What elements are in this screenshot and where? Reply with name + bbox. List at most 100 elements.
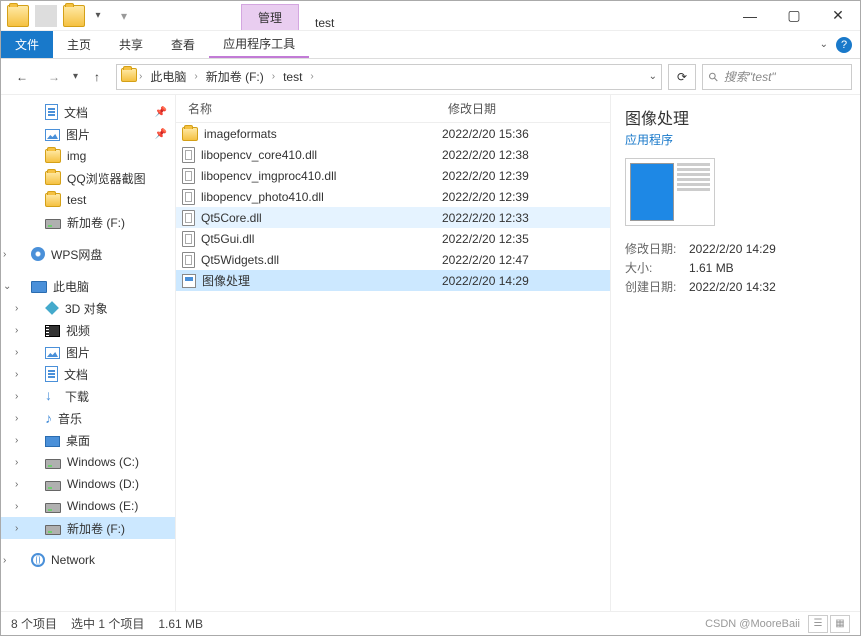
expand-icon[interactable]: › — [15, 479, 18, 490]
forward-button[interactable]: → — [41, 64, 67, 90]
expand-icon[interactable]: › — [15, 303, 18, 314]
nav-item[interactable]: › Windows (C:) — [1, 451, 175, 473]
col-header-name[interactable]: 名称 — [182, 100, 442, 117]
expand-icon[interactable]: › — [15, 369, 18, 380]
preview-pane: 图像处理 应用程序 修改日期:2022/2/20 14:29大小:1.61 MB… — [610, 95, 860, 611]
expand-icon[interactable]: › — [15, 391, 18, 402]
nav-item-label: Windows (C:) — [67, 455, 139, 469]
nav-item[interactable]: img — [1, 145, 175, 167]
file-row[interactable]: Qt5Core.dll 2022/2/20 12:33 — [176, 207, 610, 228]
expand-icon[interactable]: ⌄ — [3, 281, 11, 292]
nav-item-label: Windows (E:) — [67, 499, 138, 513]
qat-chevron-icon[interactable]: ▾ — [87, 5, 109, 27]
nav-item-label: 图片 — [66, 344, 90, 361]
preview-details: 修改日期:2022/2/20 14:29大小:1.61 MB创建日期:2022/… — [625, 240, 846, 298]
expand-icon[interactable]: › — [15, 523, 18, 534]
file-row[interactable]: Qt5Widgets.dll 2022/2/20 12:47 — [176, 249, 610, 270]
qat-overflow[interactable]: ▾ — [113, 5, 135, 27]
file-date: 2022/2/20 15:36 — [442, 127, 572, 141]
details-view-button[interactable]: ☰ — [808, 615, 828, 633]
file-row[interactable]: 图像处理 2022/2/20 14:29 — [176, 270, 610, 291]
tab-app-tools[interactable]: 应用程序工具 — [209, 31, 309, 58]
detail-value: 2022/2/20 14:29 — [689, 240, 776, 259]
tab-view[interactable]: 查看 — [157, 31, 209, 58]
nav-item[interactable]: ›桌面 — [1, 429, 175, 451]
chevron-right-icon[interactable]: › — [308, 71, 315, 82]
nav-item[interactable]: 文档📌 — [1, 101, 175, 123]
nav-item[interactable]: ›♪音乐 — [1, 407, 175, 429]
nav-item-thispc[interactable]: ⌄此电脑 — [1, 275, 175, 297]
nav-item[interactable]: › Windows (D:) — [1, 473, 175, 495]
nav-item[interactable]: ›文档 — [1, 363, 175, 385]
search-input[interactable]: ⚲ 搜索"test" — [702, 64, 852, 90]
chevron-right-icon[interactable]: › — [137, 71, 144, 82]
help-icon[interactable]: ? — [836, 37, 852, 53]
context-tab-manage[interactable]: 管理 — [241, 4, 299, 30]
nav-item[interactable]: ›新加卷 (F:) — [1, 517, 175, 539]
expand-icon[interactable]: › — [3, 555, 6, 566]
file-tab[interactable]: 文件 — [1, 31, 53, 58]
file-date: 2022/2/20 12:39 — [442, 169, 572, 183]
nav-item-network[interactable]: ›Network — [1, 549, 175, 571]
list-header: 名称 修改日期 — [176, 95, 610, 123]
file-row[interactable]: Qt5Gui.dll 2022/2/20 12:35 — [176, 228, 610, 249]
expand-icon[interactable]: › — [15, 457, 18, 468]
expand-icon[interactable]: › — [15, 347, 18, 358]
expand-icon[interactable]: › — [3, 249, 6, 260]
file-row[interactable]: libopencv_imgproc410.dll 2022/2/20 12:39 — [176, 165, 610, 186]
folder-open-icon[interactable] — [63, 5, 85, 27]
col-header-date[interactable]: 修改日期 — [442, 100, 572, 117]
chevron-right-icon[interactable]: › — [192, 71, 199, 82]
nav-item[interactable]: test — [1, 189, 175, 211]
pin-icon: 📌 — [155, 129, 167, 140]
address-chevron-icon[interactable]: ⌄ — [649, 71, 657, 82]
history-chevron-icon[interactable]: ▾ — [73, 71, 78, 82]
nav-item[interactable]: › Windows (E:) — [1, 495, 175, 517]
nav-item[interactable]: ›下载 — [1, 385, 175, 407]
folder-icon — [121, 68, 137, 85]
file-date: 2022/2/20 12:39 — [442, 190, 572, 204]
expand-icon[interactable]: › — [15, 501, 18, 512]
ribbon-collapse-icon[interactable]: ⌄ — [820, 39, 828, 50]
nav-item-label: 音乐 — [58, 410, 82, 427]
file-name: Qt5Widgets.dll — [201, 253, 279, 267]
nav-item[interactable]: QQ浏览器截图 — [1, 167, 175, 189]
nav-row: ← → ▾ ↑ › 此电脑 › 新加卷 (F:) › test › ⌄ ⟳ ⚲ … — [1, 59, 860, 95]
nav-item[interactable]: 新加卷 (F:) — [1, 211, 175, 233]
chevron-right-icon[interactable]: › — [270, 71, 277, 82]
nav-item-label: Windows (D:) — [67, 477, 139, 491]
up-button[interactable]: ↑ — [84, 64, 110, 90]
tab-share[interactable]: 共享 — [105, 31, 157, 58]
nav-item-wps[interactable]: ›WPS网盘 — [1, 243, 175, 265]
nav-item-label: QQ浏览器截图 — [67, 170, 146, 187]
back-button[interactable]: ← — [9, 64, 35, 90]
file-date: 2022/2/20 12:35 — [442, 232, 572, 246]
tab-home[interactable]: 主页 — [53, 31, 105, 58]
nav-item[interactable]: ›视频 — [1, 319, 175, 341]
detail-label: 修改日期: — [625, 240, 689, 259]
expand-icon[interactable]: › — [15, 413, 18, 424]
nav-item[interactable]: ›3D 对象 — [1, 297, 175, 319]
address-bar[interactable]: › 此电脑 › 新加卷 (F:) › test › ⌄ — [116, 64, 662, 90]
file-row[interactable]: libopencv_core410.dll 2022/2/20 12:38 — [176, 144, 610, 165]
preview-title: 图像处理 — [625, 105, 846, 129]
file-row[interactable]: libopencv_photo410.dll 2022/2/20 12:39 — [176, 186, 610, 207]
search-icon: ⚲ — [705, 68, 721, 84]
list-area: 名称 修改日期 imageformats 2022/2/20 15:36 lib… — [176, 95, 610, 611]
crumb-folder[interactable]: test — [277, 65, 308, 89]
nav-item[interactable]: 图片📌 — [1, 123, 175, 145]
close-button[interactable]: ✕ — [816, 2, 860, 30]
file-row[interactable]: imageformats 2022/2/20 15:36 — [176, 123, 610, 144]
crumb-drive[interactable]: 新加卷 (F:) — [200, 65, 270, 89]
expand-icon[interactable]: › — [15, 435, 18, 446]
maximize-button[interactable]: ▢ — [772, 2, 816, 30]
refresh-button[interactable]: ⟳ — [668, 64, 696, 90]
file-name: libopencv_photo410.dll — [201, 190, 324, 204]
nav-item-label: 文档 — [64, 104, 88, 121]
crumb-thispc[interactable]: 此电脑 — [144, 65, 192, 89]
minimize-button[interactable]: — — [728, 2, 772, 30]
nav-item[interactable]: › 图片 — [1, 341, 175, 363]
large-icons-view-button[interactable]: ▦ — [830, 615, 850, 633]
expand-icon[interactable]: › — [15, 325, 18, 336]
window-controls: — ▢ ✕ — [728, 2, 860, 30]
